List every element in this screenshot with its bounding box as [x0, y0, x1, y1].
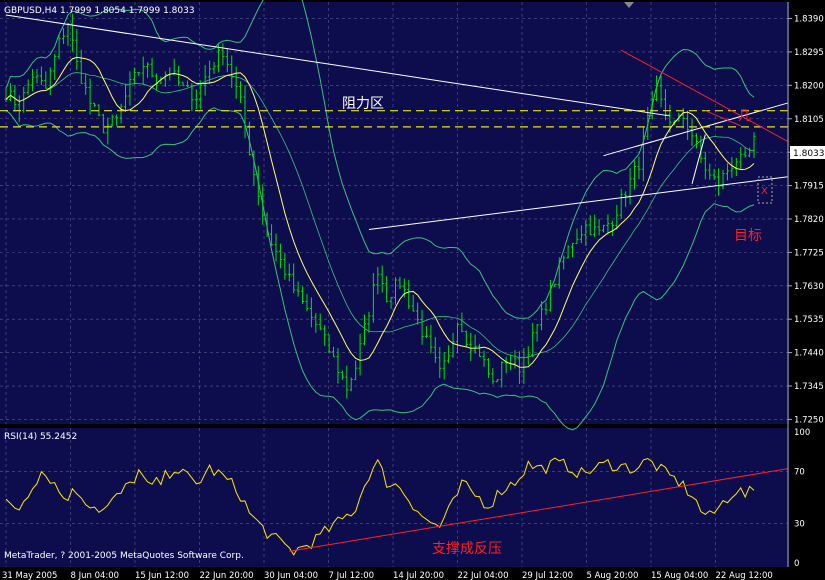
target-label: 目标 [734, 228, 762, 244]
copyright-text: MetaTrader, ? 2001-2005 MetaQuotes Softw… [4, 551, 244, 561]
resistance-zone-label: 阻力区 [342, 96, 384, 112]
y-tick-label: 1.8200 [794, 81, 824, 91]
x-tick-label: 15 Aug 04:00 [651, 571, 708, 580]
x-tick-label: 30 Jun 04:00 [264, 571, 318, 580]
marker-top-label: 几 [738, 109, 751, 124]
y-tick-label: 1.7915 [794, 182, 824, 192]
x-tick-label: 8 Jun 04:00 [71, 571, 120, 580]
marker-bottom-label: X [761, 186, 768, 197]
y-tick-label: 1.7725 [794, 248, 824, 258]
y-tick-label: 1.7250 [794, 415, 824, 425]
x-tick-label: 29 Jul 12:00 [522, 571, 573, 580]
rsi-title: RSI(14) 55.2452 [4, 432, 77, 442]
x-tick-label: 22 Aug 12:00 [716, 571, 773, 580]
x-tick-label: 14 Jul 20:00 [393, 571, 444, 580]
x-tick-label: 22 Jul 04:00 [458, 571, 509, 580]
y-tick-label: 1.7345 [794, 382, 824, 392]
y-tick-label: 1.8390 [794, 15, 824, 25]
rsi-tick-label: 0 [794, 559, 799, 569]
gbpusd-chart: 1.83901.82951.82001.81051.80101.79151.78… [0, 0, 825, 580]
symbol-info: GBPUSD,H4 1.7999 1.8054 1.7999 1.8033 [4, 6, 195, 16]
support-resistance-label: 支撑成反压 [432, 541, 502, 557]
rsi-panel[interactable] [0, 428, 789, 567]
y-tick-label: 1.7630 [794, 282, 824, 292]
rsi-tick-label: 70 [794, 467, 805, 477]
y-tick-label: 1.8105 [794, 115, 824, 125]
rsi-tick-label: 100 [794, 428, 810, 438]
y-tick-label: 1.7820 [794, 215, 824, 225]
y-tick-label: 1.7535 [794, 315, 824, 325]
rsi-tick-label: 30 [794, 520, 805, 530]
x-tick-label: 7 Jul 12:00 [329, 571, 375, 580]
x-tick-label: 5 Aug 20:00 [587, 571, 639, 580]
price-tag: 1.8033 [793, 149, 825, 159]
x-tick-label: 15 Jun 12:00 [135, 571, 189, 580]
x-tick-label: 22 Jun 20:00 [200, 571, 254, 580]
y-tick-label: 1.7440 [794, 349, 824, 359]
y-tick-label: 1.8295 [794, 48, 824, 58]
main-price-panel[interactable] [0, 2, 789, 424]
x-tick-label: 31 May 2005 [2, 571, 57, 580]
